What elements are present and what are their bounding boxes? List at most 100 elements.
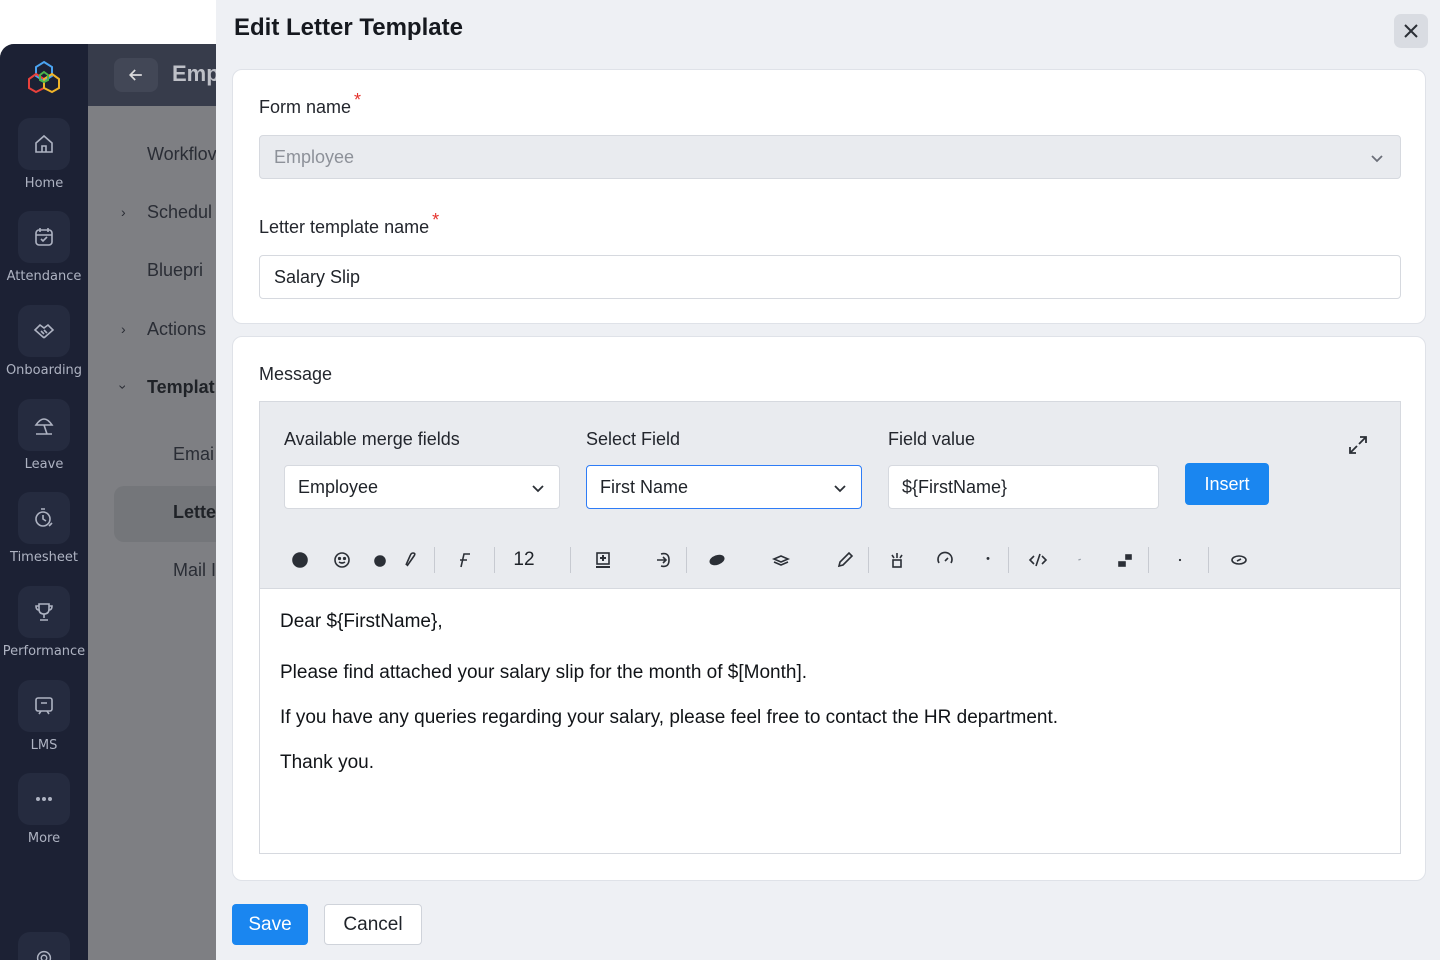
field-value-text: ${FirstName} — [902, 477, 1008, 497]
rail-label-leave: Leave — [24, 457, 64, 472]
message-card: Message Available merge fields Select Fi… — [232, 336, 1426, 881]
rail-item-lms[interactable]: LMS — [0, 680, 88, 770]
background-color-icon[interactable] — [370, 547, 390, 573]
rail-item-home[interactable]: Home — [0, 118, 88, 208]
emoji-icon[interactable] — [332, 547, 352, 573]
beach-umbrella-icon — [18, 399, 70, 451]
menu-item-schedule[interactable]: Schedul — [147, 202, 212, 223]
app-logo-icon — [26, 58, 62, 94]
handshake-icon — [18, 305, 70, 357]
menu-item-letter[interactable]: Lette — [173, 502, 216, 523]
chevron-down-icon: › — [115, 384, 132, 390]
rail-item-more[interactable]: More — [0, 773, 88, 863]
expand-icon[interactable] — [1346, 433, 1370, 457]
close-button[interactable] — [1394, 14, 1428, 48]
menu-item-templates[interactable]: Templat — [147, 377, 215, 398]
attachment-icon[interactable] — [400, 547, 420, 573]
merge-fields-panel: Available merge fields Select Field Fiel… — [259, 401, 1401, 531]
rail-item-timesheet[interactable]: Timesheet — [0, 492, 88, 582]
calendar-check-icon — [18, 211, 70, 263]
small-dot-icon[interactable] — [1172, 547, 1188, 573]
form-name-select[interactable]: Employee — [259, 135, 1401, 179]
toolbar-separator — [868, 547, 869, 573]
table-icon[interactable] — [1114, 547, 1136, 573]
template-name-label: Letter template name * — [259, 210, 440, 237]
toolbar-separator — [434, 547, 435, 573]
code-icon[interactable] — [1026, 547, 1050, 573]
settings-icon[interactable] — [18, 932, 70, 960]
layers-icon[interactable] — [770, 547, 792, 573]
rail-label-lms: LMS — [30, 738, 58, 753]
timer-icon — [18, 492, 70, 544]
available-merge-fields-label: Available merge fields — [284, 429, 460, 449]
indent-icon[interactable] — [652, 547, 674, 573]
message-label: Message — [259, 364, 333, 384]
board-icon — [18, 680, 70, 732]
trophy-icon — [18, 586, 70, 638]
form-name-label: Form name * — [259, 90, 362, 117]
menu-item-actions[interactable]: Actions — [147, 319, 206, 340]
message-editor[interactable]: Dear ${FirstName}, Please find attached … — [259, 589, 1401, 854]
font-size-control[interactable]: 12 — [512, 547, 536, 573]
menu-item-email[interactable]: Emai — [173, 444, 214, 465]
editor-toolbar: 12 — [259, 531, 1401, 589]
edit-letter-template-modal: Edit Letter Template Form name * Employee… — [216, 0, 1440, 960]
save-button[interactable]: Save — [232, 904, 308, 945]
font-size-value: 12 — [513, 549, 535, 570]
gauge-icon[interactable] — [934, 547, 956, 573]
rail-item-onboarding[interactable]: Onboarding — [0, 305, 88, 395]
link-icon[interactable] — [1228, 547, 1250, 573]
field-value-input[interactable]: ${FirstName} — [888, 465, 1159, 509]
toolbar-separator — [1208, 547, 1209, 573]
rail-item-performance[interactable]: Performance — [0, 586, 88, 676]
template-name-value: Salary Slip — [274, 267, 361, 287]
select-field-value: First Name — [600, 477, 689, 497]
rail-label-timesheet: Timesheet — [10, 550, 78, 565]
required-asterisk: * — [432, 210, 440, 230]
menu-item-workflow[interactable]: Workflov — [147, 144, 217, 165]
rail-label-more: More — [27, 831, 61, 846]
template-name-input[interactable]: Salary Slip — [259, 255, 1401, 299]
editor-paragraph-body: Please find attached your salary slip fo… — [280, 662, 808, 683]
editor-paragraph-closing: Thank you. — [280, 752, 374, 773]
pencil-icon[interactable] — [834, 547, 856, 573]
rail-label-attendance: Attendance — [6, 269, 82, 284]
left-rail: Home Attendance Onboarding Leave Timeshe… — [0, 44, 88, 960]
toolbar-separator — [494, 547, 495, 573]
rail-label-performance: Performance — [2, 644, 86, 659]
font-family-icon[interactable] — [452, 547, 476, 573]
toolbar-separator — [1008, 547, 1009, 573]
close-icon — [1404, 24, 1418, 38]
back-arrow-icon[interactable] — [114, 58, 158, 92]
merge-fields-select[interactable]: Employee — [284, 465, 560, 509]
required-asterisk: * — [354, 90, 362, 110]
select-field-label: Select Field — [586, 429, 681, 449]
chevron-right-icon: › — [121, 204, 126, 220]
more-dots-icon — [18, 773, 70, 825]
field-value-label: Field value — [888, 429, 976, 449]
dot-icon[interactable] — [980, 547, 996, 573]
cleanup-icon[interactable] — [886, 547, 908, 573]
eraser-icon[interactable] — [706, 547, 728, 573]
insert-button[interactable]: Insert — [1185, 463, 1269, 505]
rail-item-leave[interactable]: Leave — [0, 399, 88, 489]
rail-label-onboarding: Onboarding — [5, 363, 83, 378]
toolbar-separator — [686, 547, 687, 573]
form-name-value: Employee — [274, 147, 355, 167]
editor-paragraph-queries: If you have any queries regarding your s… — [280, 707, 1059, 728]
chevron-down-icon — [1370, 151, 1384, 165]
menu-item-blueprint[interactable]: Bluepri — [147, 260, 203, 281]
chevron-down-icon — [833, 481, 847, 495]
editor-paragraph-greeting: Dear ${FirstName}, — [280, 611, 443, 632]
template-details-card: Form name * Employee Letter template name… — [232, 69, 1426, 324]
chevron-down-icon — [531, 481, 545, 495]
modal-title: Edit Letter Template — [234, 14, 463, 41]
menu-item-mail[interactable]: Mail I — [173, 560, 216, 581]
chevron-right-icon: › — [121, 321, 126, 337]
rail-item-attendance[interactable]: Attendance — [0, 211, 88, 301]
insert-field-icon[interactable] — [592, 547, 614, 573]
text-color-icon[interactable] — [290, 547, 310, 573]
small-mark-icon[interactable] — [1072, 547, 1088, 573]
cancel-button[interactable]: Cancel — [324, 904, 422, 945]
select-field-select[interactable]: First Name — [586, 465, 862, 509]
